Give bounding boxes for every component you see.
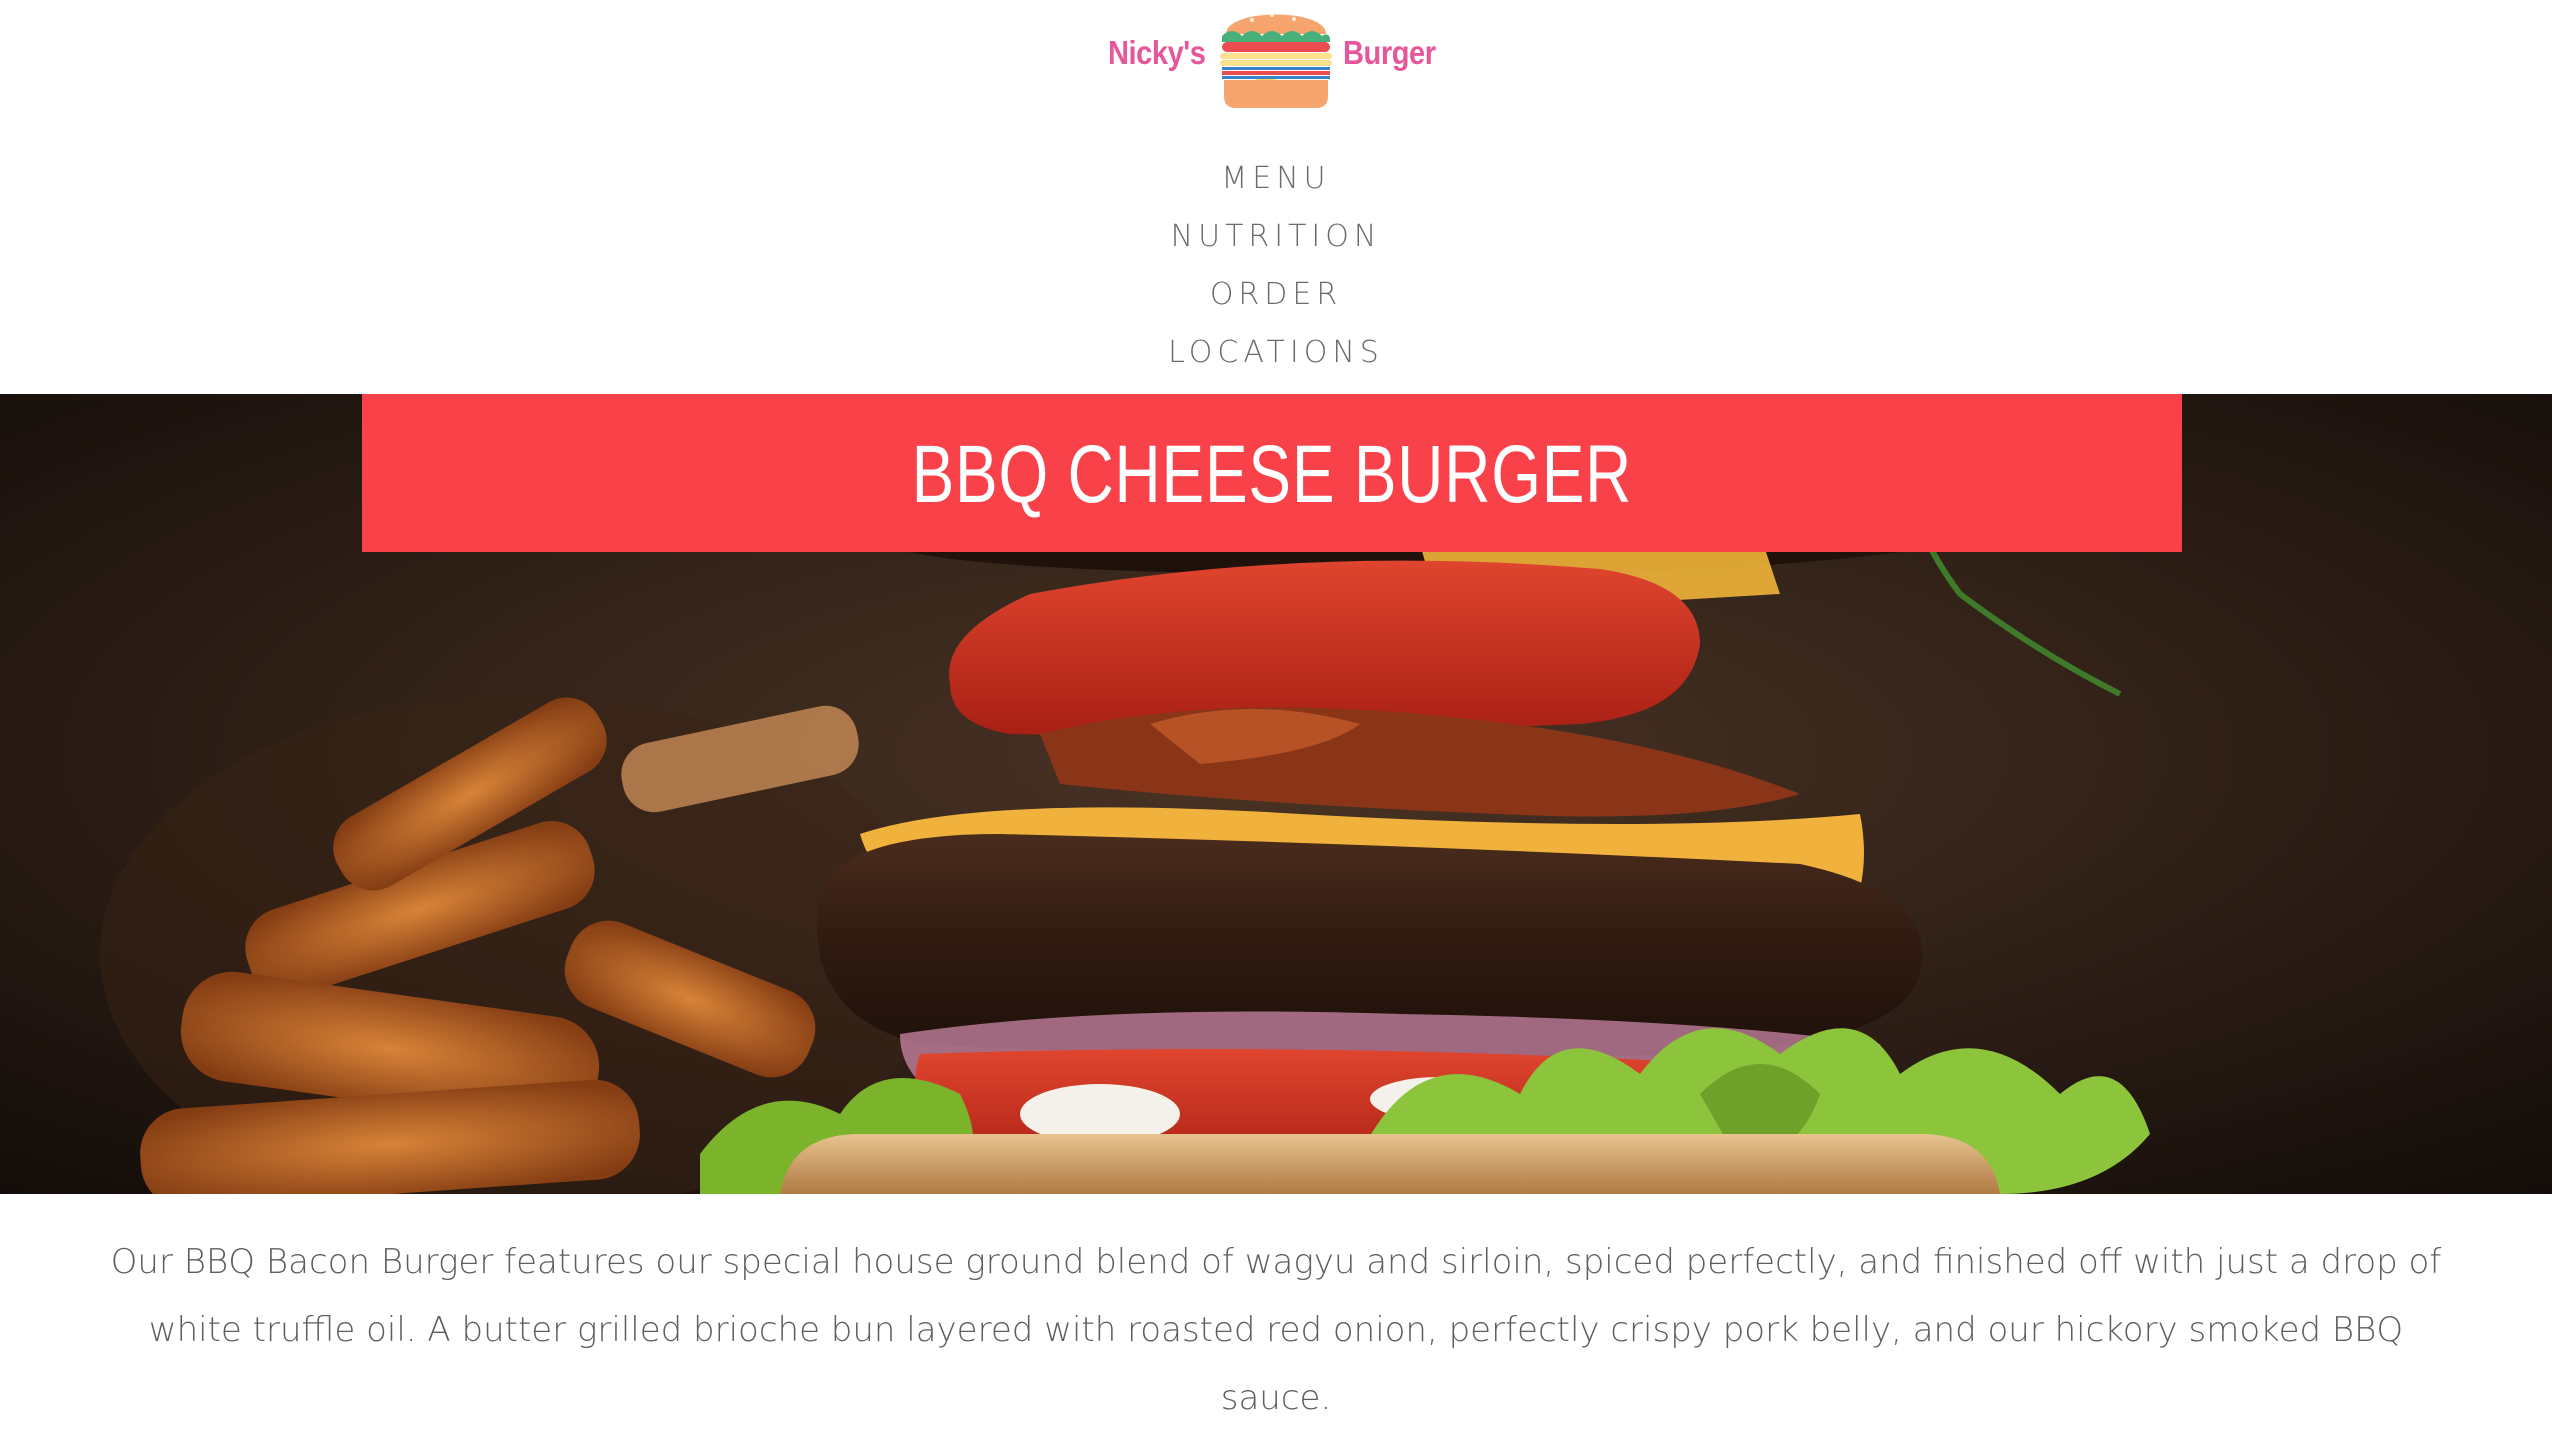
burger-icon — [1220, 13, 1332, 108]
nav-item-menu[interactable]: MENU — [0, 155, 2552, 213]
logo-text-nickys: Nicky's — [1108, 34, 1206, 71]
nav-item-order[interactable]: ORDER — [0, 271, 2552, 329]
site-header: Nicky's Burger MENU NUTRITION ORDER LOCA… — [0, 0, 2552, 394]
main-nav: MENU NUTRITION ORDER LOCATIONS — [0, 155, 2552, 387]
logo[interactable]: Nicky's Burger — [1108, 0, 1444, 118]
burger-description: Our BBQ Bacon Burger features our specia… — [110, 1242, 2442, 1418]
nav-item-locations[interactable]: LOCATIONS — [0, 329, 2552, 387]
page-title: BBQ CHEESE BURGER — [911, 429, 1633, 520]
hero-section: BBQ CHEESE BURGER — [0, 394, 2552, 1194]
nav-item-nutrition[interactable]: NUTRITION — [0, 213, 2552, 271]
title-banner: BBQ CHEESE BURGER — [362, 394, 2182, 552]
logo-text-burger: Burger — [1343, 34, 1436, 71]
